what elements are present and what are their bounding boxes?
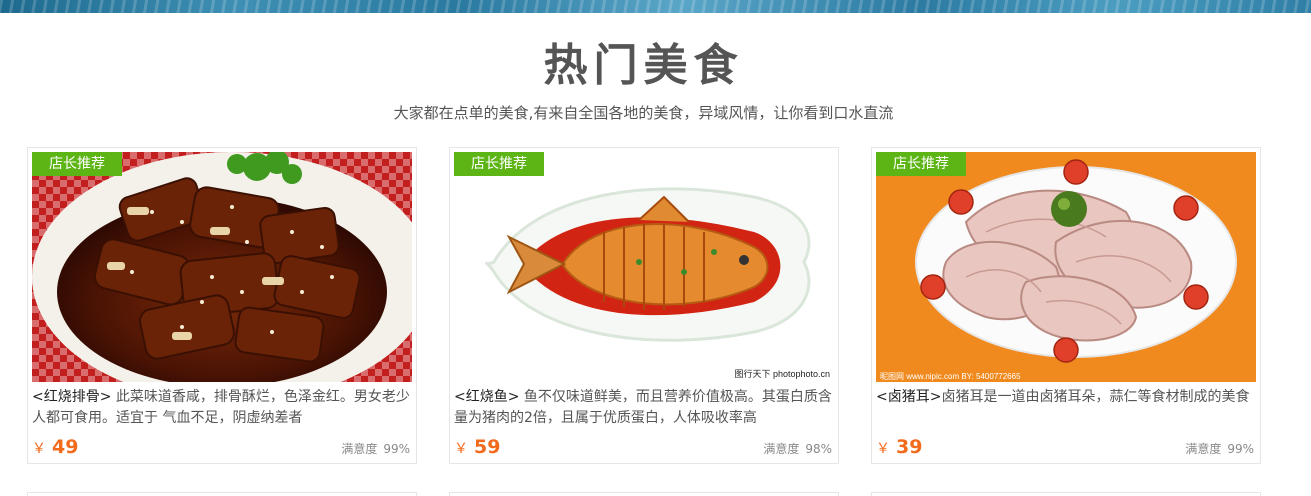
price: ￥ 59 bbox=[454, 436, 500, 458]
next-row-card-edge bbox=[27, 492, 417, 496]
shop-recommend-badge: 店长推荐 bbox=[454, 152, 544, 176]
price-value: 59 bbox=[474, 436, 501, 458]
currency-symbol: ￥ bbox=[32, 441, 46, 457]
dish-name-link[interactable]: <卤猪耳> bbox=[876, 389, 941, 405]
next-row-card-edge bbox=[449, 492, 839, 496]
satisfaction-rating: 满意度 98% bbox=[763, 440, 832, 457]
price-row: ￥ 49 满意度 99% bbox=[32, 434, 410, 460]
section-subtitle: 大家都在点单的美食,有来自全国各地的美食，异域风情，让你看到口水直流 bbox=[393, 104, 894, 122]
next-row-card-edge bbox=[871, 492, 1261, 496]
dish-description: <红烧鱼> 鱼不仅味道鲜美，而且营养价值极高。其蛋白质含量为猪肉的2倍，且属于优… bbox=[454, 387, 836, 431]
dish-description: <卤猪耳>卤猪耳是一道由卤猪耳朵，蒜仁等食材制成的美食 bbox=[876, 387, 1258, 431]
satisfaction-label: 满意度 bbox=[763, 442, 800, 456]
dish-name-link[interactable]: <红烧排骨> bbox=[32, 389, 111, 405]
price: ￥ 49 bbox=[32, 436, 78, 458]
price: ￥ 39 bbox=[876, 436, 922, 458]
dish-description-text: 卤猪耳是一道由卤猪耳朵，蒜仁等食材制成的美食 bbox=[941, 389, 1250, 405]
currency-symbol: ￥ bbox=[876, 441, 890, 457]
shop-recommend-badge: 店长推荐 bbox=[32, 152, 122, 176]
ocean-header-banner bbox=[0, 0, 1311, 13]
braised-pig-ear-image[interactable]: 昵图网 www.nipic.com BY: 5400772665 bbox=[876, 152, 1256, 382]
shop-recommend-badge: 店长推荐 bbox=[876, 152, 966, 176]
food-card-braised-pig-ear[interactable]: 昵图网 www.nipic.com BY: 5400772665 店长推荐 <卤… bbox=[871, 147, 1261, 464]
satisfaction-label: 满意度 bbox=[1185, 442, 1222, 456]
price-row: ￥ 59 满意度 98% bbox=[454, 434, 832, 460]
dish-description: <红烧排骨> 此菜味道香咸，排骨酥烂，色泽金红。男女老少人都可食用。适宜于 气血… bbox=[32, 387, 414, 431]
satisfaction-rating: 满意度 99% bbox=[1185, 440, 1254, 457]
braised-ribs-image[interactable] bbox=[32, 152, 412, 382]
food-card-braised-fish[interactable]: 图行天下 photophoto.cn 店长推荐 <红烧鱼> 鱼不仅味道鲜美，而且… bbox=[449, 147, 839, 464]
price-value: 49 bbox=[52, 436, 79, 458]
satisfaction-value: 98% bbox=[805, 442, 832, 456]
food-card-braised-ribs[interactable]: 店长推荐 <红烧排骨> 此菜味道香咸，排骨酥烂，色泽金红。男女老少人都可食用。适… bbox=[27, 147, 417, 464]
price-value: 39 bbox=[896, 436, 923, 458]
satisfaction-value: 99% bbox=[383, 442, 410, 456]
satisfaction-value: 99% bbox=[1227, 442, 1254, 456]
currency-symbol: ￥ bbox=[454, 441, 468, 457]
price-row: ￥ 39 满意度 99% bbox=[876, 434, 1254, 460]
satisfaction-rating: 满意度 99% bbox=[341, 440, 410, 457]
dish-name-link[interactable]: <红烧鱼> bbox=[454, 389, 519, 405]
braised-fish-image[interactable]: 图行天下 photophoto.cn bbox=[454, 152, 834, 382]
image-watermark: 图行天下 photophoto.cn bbox=[734, 368, 830, 379]
image-watermark: 昵图网 www.nipic.com BY: 5400772665 bbox=[880, 372, 1021, 381]
satisfaction-label: 满意度 bbox=[341, 442, 378, 456]
section-title: 热门美食 bbox=[543, 40, 744, 91]
